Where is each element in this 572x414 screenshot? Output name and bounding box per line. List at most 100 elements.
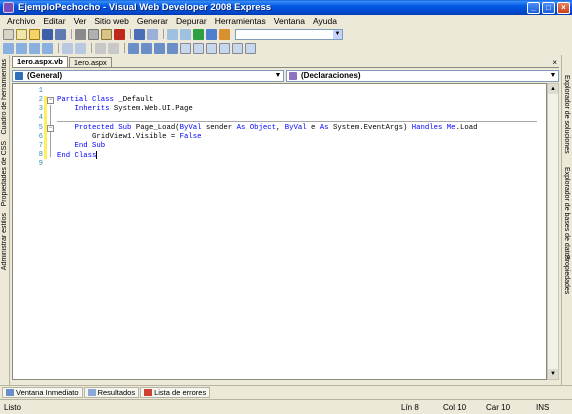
type-dropdown[interactable]: (General) ▼ xyxy=(12,70,284,82)
navigate-backward-icon[interactable] xyxy=(167,28,178,40)
decrease-indent-icon[interactable] xyxy=(62,42,73,54)
keyword: ByVal xyxy=(284,124,307,132)
open-folder-icon[interactable] xyxy=(29,28,40,40)
keyword: Protected Sub xyxy=(74,124,132,132)
toggle-bookmark-icon[interactable] xyxy=(128,42,139,54)
close-button[interactable]: × xyxy=(557,1,570,14)
layout-icon[interactable] xyxy=(206,42,217,54)
menu-bar: Archivo Editar Ver Sitio web Generar Dep… xyxy=(0,15,572,27)
cut-icon[interactable] xyxy=(75,28,86,40)
delete-icon[interactable] xyxy=(114,28,125,40)
chevron-down-icon[interactable]: ▼ xyxy=(333,29,342,39)
comment-icon[interactable] xyxy=(95,42,106,54)
toolbox-tab[interactable]: Cuadro de herramientas xyxy=(1,59,8,135)
line-number: 7 xyxy=(38,142,43,150)
quick-info-icon[interactable] xyxy=(29,42,40,54)
right-tool-strip: Explorador de soluciones Explorador de b… xyxy=(561,55,572,385)
chevron-down-icon[interactable]: ▼ xyxy=(273,71,283,81)
add-item-icon[interactable] xyxy=(16,28,27,40)
menu-ventana[interactable]: Ventana xyxy=(270,16,309,26)
menu-herramientas[interactable]: Herramientas xyxy=(211,16,270,26)
properties-tab[interactable]: Propiedades xyxy=(563,255,570,294)
increase-indent-icon[interactable] xyxy=(75,42,86,54)
menu-sitio-web[interactable]: Sitio web xyxy=(90,16,133,26)
navigation-bar: (General) ▼ (Declaraciones) ▼ xyxy=(12,70,559,82)
status-text: Listo xyxy=(4,403,21,412)
tab-label: Resultados xyxy=(97,387,136,397)
bottom-panel-tabs: Ventana Inmediato Resultados Lista de er… xyxy=(0,385,572,398)
separator xyxy=(130,29,131,39)
line-number: 8 xyxy=(38,151,43,159)
next-bookmark-icon[interactable] xyxy=(154,42,165,54)
editor-gutter: 1 2 3 4 5 6 7 8 9 − − xyxy=(13,84,56,379)
design-icon[interactable] xyxy=(245,42,256,54)
keyword: As Object xyxy=(236,124,276,132)
database-explorer-tab[interactable]: Explorador de bases de datos xyxy=(563,167,570,260)
solution-explorer-tab[interactable]: Explorador de soluciones xyxy=(563,75,570,154)
style-icon[interactable] xyxy=(232,42,243,54)
format-icon[interactable] xyxy=(180,42,191,54)
separator xyxy=(58,43,59,53)
chevron-down-icon[interactable]: ▼ xyxy=(548,71,558,81)
title-bar: EjemploPechocho - Visual Web Developer 2… xyxy=(0,0,572,15)
separator xyxy=(71,29,72,39)
error-list-icon xyxy=(144,388,153,396)
navigate-forward-icon[interactable] xyxy=(180,28,191,40)
menu-depurar[interactable]: Depurar xyxy=(172,16,211,26)
clear-bookmarks-icon[interactable] xyxy=(167,42,178,54)
keyword: End Class xyxy=(57,151,97,160)
line-number: 2 xyxy=(38,96,43,104)
status-bar: Listo Lín 8 Col 10 Car 10 INS xyxy=(0,399,572,414)
save-icon[interactable] xyxy=(42,28,53,40)
member-icon xyxy=(289,72,297,80)
find-icon[interactable] xyxy=(219,28,230,40)
line-number: 4 xyxy=(38,114,43,122)
scroll-down-icon[interactable]: ▼ xyxy=(548,369,558,379)
member-dropdown[interactable]: (Declaraciones) ▼ xyxy=(286,70,559,82)
keyword: Partial Class xyxy=(57,96,114,104)
status-character: Car 10 xyxy=(486,403,511,412)
menu-ayuda[interactable]: Ayuda xyxy=(309,16,341,26)
find-in-files-icon[interactable] xyxy=(206,28,217,40)
object-browser-icon[interactable] xyxy=(3,42,14,54)
app-icon xyxy=(3,2,14,13)
menu-editar[interactable]: Editar xyxy=(39,16,69,26)
paste-icon[interactable] xyxy=(101,28,112,40)
tab-code-file[interactable]: 1ero.aspx.vb xyxy=(12,56,68,67)
code-editor[interactable]: 1 2 3 4 5 6 7 8 9 − − Partial Class _Def… xyxy=(12,83,547,380)
left-tool-strip: Cuadro de herramientas Propiedades de CS… xyxy=(0,55,10,385)
status-line: Lín 8 xyxy=(401,403,419,412)
new-project-icon[interactable] xyxy=(3,28,14,40)
view-icon[interactable] xyxy=(193,42,204,54)
vertical-scrollbar[interactable]: ▲ ▼ xyxy=(547,83,559,380)
collapse-class-icon[interactable]: − xyxy=(47,97,54,104)
tab-immediate-window[interactable]: Ventana Inmediato xyxy=(2,386,83,398)
find-combo[interactable]: ▼ xyxy=(235,28,343,40)
line-number: 5 xyxy=(38,124,43,132)
tab-output[interactable]: Resultados xyxy=(83,386,140,398)
previous-bookmark-icon[interactable] xyxy=(141,42,152,54)
line-number: 1 xyxy=(38,87,43,95)
scroll-up-icon[interactable]: ▲ xyxy=(548,84,558,94)
copy-icon[interactable] xyxy=(88,28,99,40)
status-insert-mode: INS xyxy=(536,403,550,412)
undo-icon[interactable] xyxy=(134,28,145,40)
css-properties-tab[interactable]: Propiedades de CSS xyxy=(1,141,8,206)
tab-aspx-file[interactable]: 1ero.aspx xyxy=(68,57,112,67)
maximize-button[interactable]: □ xyxy=(542,1,555,14)
tab-error-list[interactable]: Lista de errores xyxy=(140,386,211,398)
parameter-info-icon[interactable] xyxy=(16,42,27,54)
uncomment-icon[interactable] xyxy=(108,42,119,54)
minimize-button[interactable]: _ xyxy=(527,1,540,14)
manage-styles-tab[interactable]: Administrar estilos xyxy=(1,213,8,270)
complete-word-icon[interactable] xyxy=(42,42,53,54)
redo-icon[interactable] xyxy=(147,28,158,40)
save-all-icon[interactable] xyxy=(55,28,66,40)
menu-ver[interactable]: Ver xyxy=(70,16,91,26)
start-debugging-icon[interactable] xyxy=(193,28,204,40)
close-document-icon[interactable]: × xyxy=(552,58,559,67)
collapse-sub-icon[interactable]: − xyxy=(47,125,54,132)
menu-archivo[interactable]: Archivo xyxy=(3,16,39,26)
table-icon[interactable] xyxy=(219,42,230,54)
menu-generar[interactable]: Generar xyxy=(133,16,172,26)
